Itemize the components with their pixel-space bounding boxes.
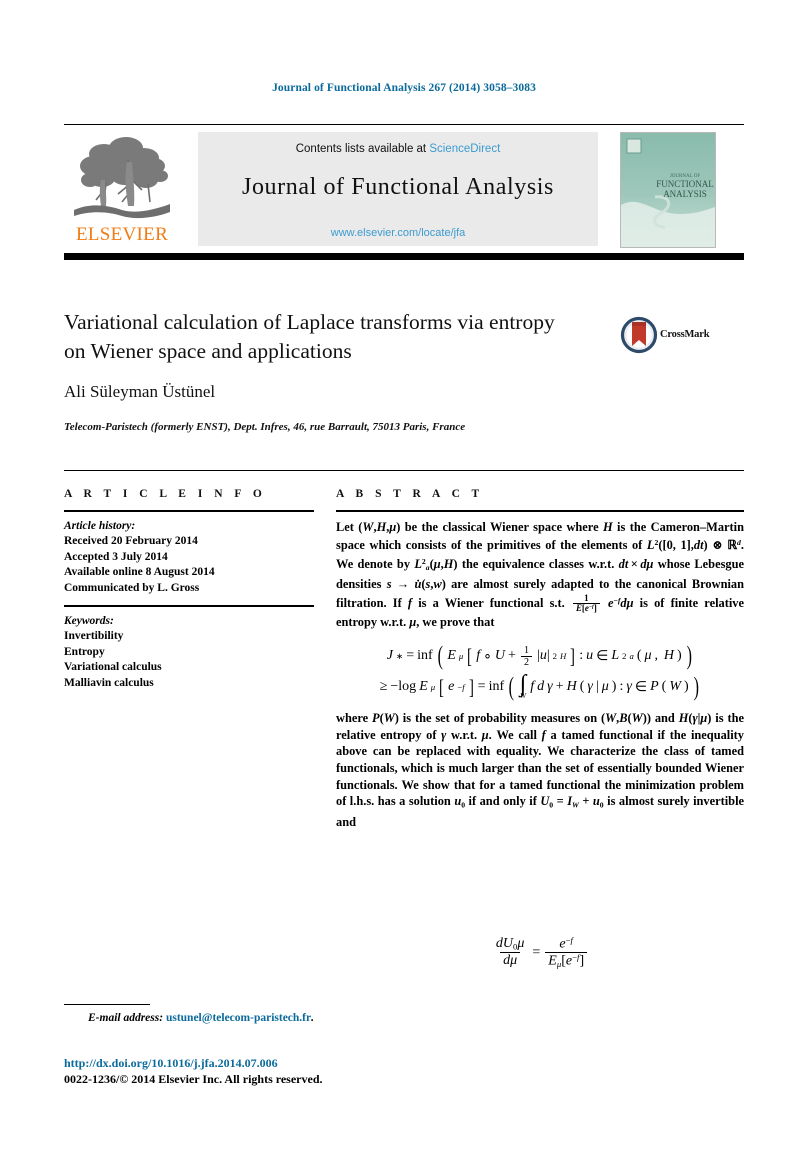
masthead-top-rule bbox=[64, 124, 744, 125]
email-period: . bbox=[311, 1012, 314, 1024]
keywords-rule bbox=[64, 605, 314, 607]
journal-title: Journal of Functional Analysis bbox=[242, 174, 554, 200]
keywords-block: Keywords: Invertibility Entropy Variatio… bbox=[64, 605, 314, 691]
crossmark-label: CrossMark bbox=[660, 329, 710, 340]
footnote-rule bbox=[64, 1004, 150, 1005]
doi-link[interactable]: http://dx.doi.org/10.1016/j.jfa.2014.07.… bbox=[64, 1056, 278, 1071]
crossmark-icon bbox=[620, 316, 658, 354]
keyword-item: Malliavin calculus bbox=[64, 676, 154, 689]
article-history-label: Article history: bbox=[64, 519, 136, 532]
header-separator-rule bbox=[64, 470, 744, 471]
email-link[interactable]: ustunel@telecom-paristech.fr bbox=[166, 1012, 311, 1024]
email-label: E-mail address: bbox=[88, 1012, 164, 1024]
cover-artwork-icon: JOURNAL OF FUNCTIONAL ANALYSIS bbox=[621, 133, 715, 247]
keyword-item: Variational calculus bbox=[64, 661, 162, 674]
history-item: Accepted 3 July 2014 bbox=[64, 550, 168, 563]
page-title: Variational calculation of Laplace trans… bbox=[64, 310, 555, 363]
crossmark-badge[interactable]: CrossMark bbox=[620, 316, 730, 356]
abstract-heading: A B S T R A C T bbox=[336, 488, 484, 500]
article-info-column: A R T I C L E I N F O Article history: R… bbox=[64, 488, 314, 691]
article-info-rule bbox=[64, 510, 314, 512]
abstract-paragraph-2: where P(W) is the set of probability mea… bbox=[336, 711, 745, 830]
author-name: Ali Süleyman Üstünel bbox=[64, 382, 216, 401]
email-footnote: E-mail address: ustunel@telecom-paristec… bbox=[88, 1012, 314, 1024]
display-equation-group: J ∗ = inf ( Eμ [ f ∘ U + 12 |u| 2 H ] : u ∈… bbox=[336, 641, 744, 702]
keywords-label: Keywords: bbox=[64, 614, 114, 627]
display-equation-1: J ∗ = inf ( Eμ [ f ∘ U + 12 |u| 2 H ] : u ∈… bbox=[386, 641, 692, 671]
journal-masthead: ELSEVIER Contents lists available at Sci… bbox=[64, 124, 744, 260]
running-head: Journal of Functional Analysis 267 (2014… bbox=[272, 82, 536, 94]
abstract-paragraph-1: Let (W,H,μ) be the classical Wiener spac… bbox=[336, 519, 744, 630]
elsevier-tree-icon bbox=[74, 137, 170, 219]
journal-cover-thumbnail: JOURNAL OF FUNCTIONAL ANALYSIS bbox=[620, 132, 716, 248]
display-equation-3: dU0μ dμ = e−f Eμ[e−f] bbox=[336, 935, 744, 969]
masthead-bottom-bar bbox=[64, 253, 744, 260]
contents-lists-line: Contents lists available at ScienceDirec… bbox=[198, 132, 598, 155]
elsevier-logo: ELSEVIER bbox=[66, 132, 178, 246]
keyword-item: Invertibility bbox=[64, 630, 124, 643]
author-affiliation: Telecom-Paristech (formerly ENST), Dept.… bbox=[64, 421, 466, 433]
abstract-rule bbox=[336, 510, 744, 512]
elsevier-wordmark: ELSEVIER bbox=[75, 224, 169, 245]
cover-line2: FUNCTIONAL bbox=[656, 179, 714, 189]
history-item: Available online 8 August 2014 bbox=[64, 566, 215, 579]
contents-prefix: Contents lists available at bbox=[295, 143, 427, 155]
history-item: Communicated by L. Gross bbox=[64, 581, 200, 594]
history-item: Received 20 February 2014 bbox=[64, 535, 198, 548]
paper-page: Journal of Functional Analysis 267 (2014… bbox=[0, 0, 808, 1162]
abstract-column: A B S T R A C T Let (W,H,μ) be the class… bbox=[336, 488, 744, 831]
keyword-item: Entropy bbox=[64, 645, 105, 658]
sciencedirect-link[interactable]: ScienceDirect bbox=[429, 143, 500, 155]
journal-url-link[interactable]: www.elsevier.com/locate/jfa bbox=[198, 227, 598, 239]
copyright-notice: 0022-1236/© 2014 Elsevier Inc. All right… bbox=[64, 1072, 323, 1086]
masthead-body: ELSEVIER Contents lists available at Sci… bbox=[64, 130, 744, 248]
contents-box: Contents lists available at ScienceDirec… bbox=[198, 132, 598, 246]
display-equation-2: ≥ −log Eμ [e −f] = inf ( ∫ W fdγ + H(γ | μ) … bbox=[379, 671, 699, 702]
cover-line3: ANALYSIS bbox=[663, 189, 707, 199]
article-info-heading: A R T I C L E I N F O bbox=[64, 488, 267, 500]
